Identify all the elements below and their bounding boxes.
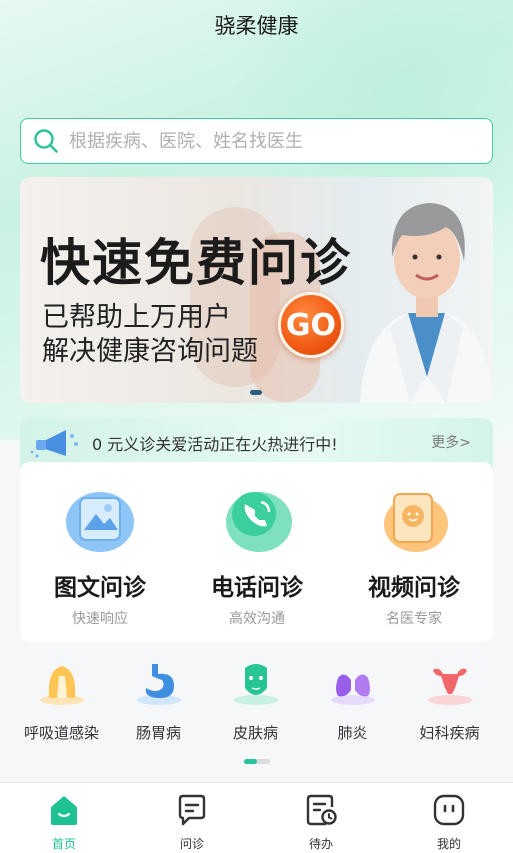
search-icon [34,129,58,153]
promo-banner[interactable]: 快速免费问诊 已帮助上万用户 解决健康咨询问题 GO [20,177,493,403]
tab-label: 待办 [308,837,333,851]
todo-icon [306,794,337,826]
tab-home[interactable]: 首页 [24,793,104,852]
more-link[interactable]: 更多> [431,432,471,452]
department-pneumonia[interactable]: 肺炎 [301,660,404,743]
lungs-icon [330,668,375,705]
banner-line-2: 解决健康咨询问题 [42,336,258,367]
department-gastro[interactable]: 肠胃病 [107,660,210,743]
app-title: 骁柔健康 [214,14,299,38]
consult-desc: 快速响应 [72,611,128,627]
tab-todo[interactable]: 待办 [281,793,361,852]
image-consult-icon [66,492,134,552]
tab-profile[interactable]: 我的 [409,793,489,852]
consult-name: 图文问诊 [54,575,146,601]
department-skin[interactable]: 皮肤病 [204,660,307,743]
department-gynecology[interactable]: 妇科疾病 [398,660,501,743]
phone-consult-icon [226,492,292,552]
video-consult-option[interactable]: 视频问诊 名医专家 [334,482,494,628]
consult-options-card: 图文问诊 快速响应 电话问诊 高效沟通 视频问诊 名医专家 [20,462,493,642]
department-label: 呼吸道感染 [23,724,99,742]
consult-desc: 名医专家 [386,611,442,627]
carousel-indicator[interactable] [250,390,262,395]
department-label: 皮肤病 [232,724,278,742]
tab-consult[interactable]: 问诊 [152,793,232,852]
consult-desc: 高效沟通 [229,611,285,627]
search-bar[interactable] [20,118,493,164]
doctor-illustration [360,203,493,403]
video-consult-icon [384,493,448,552]
phone-consult-option[interactable]: 电话问诊 高效沟通 [177,482,337,628]
profile-icon [433,794,465,826]
department-label: 妇科疾病 [419,724,480,742]
face-mask-icon [233,664,278,705]
go-button[interactable]: GO [278,292,344,358]
department-pager[interactable] [244,759,270,764]
megaphone-icon [30,430,78,458]
banner-headline: 快速免费问诊 [40,234,352,292]
consult-name: 视频问诊 [368,575,460,601]
chat-icon [178,794,206,826]
search-input[interactable] [69,130,492,152]
throat-icon [39,666,84,705]
uterus-icon [427,668,472,705]
tab-label: 首页 [51,837,76,851]
bottom-tab-bar: 首页 问诊 待办 我的 [0,782,513,853]
pager-active-dot [244,759,257,764]
tab-label: 我的 [436,837,461,851]
department-label: 肺炎 [337,724,368,742]
notice-text: 0 元义诊关爱活动正在火热进行中! [92,435,338,454]
image-consult-option[interactable]: 图文问诊 快速响应 [20,482,180,628]
home-icon [51,796,77,825]
department-respiratory[interactable]: 呼吸道感染 [10,660,113,743]
department-label: 肠胃病 [135,724,181,742]
consult-name: 电话问诊 [211,575,303,601]
stomach-icon [136,664,181,705]
tab-label: 问诊 [179,837,204,851]
